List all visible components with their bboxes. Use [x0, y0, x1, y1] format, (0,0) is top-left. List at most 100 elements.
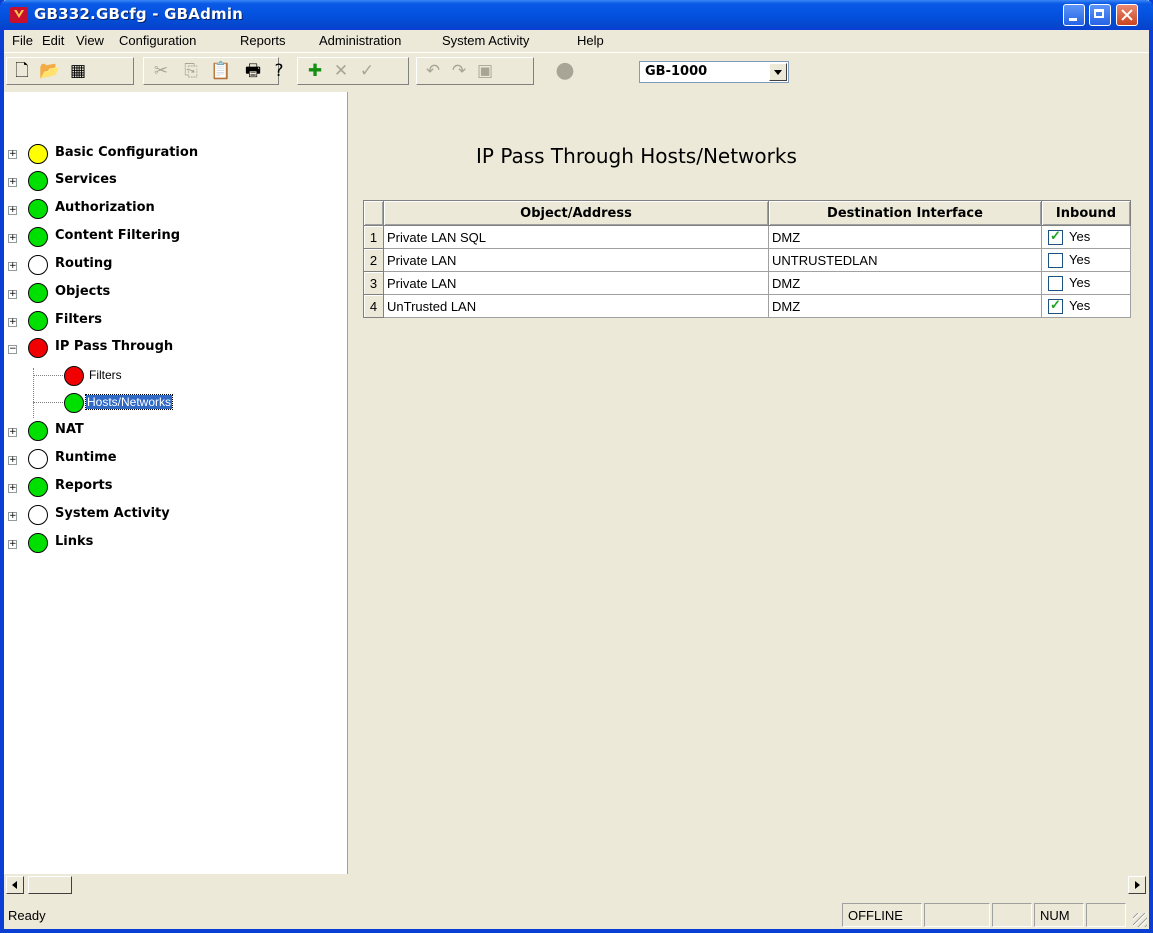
inbound-checkbox[interactable] [1048, 297, 1063, 315]
cell-destination-interface[interactable]: DMZ [768, 294, 1042, 318]
tree-item-objects[interactable]: + Objects [4, 281, 344, 305]
tree-item-nat[interactable]: + NAT [4, 419, 344, 443]
row-header-corner [363, 200, 384, 226]
tree-item-authorization[interactable]: + Authorization [4, 197, 344, 221]
menu-file[interactable]: File [12, 33, 33, 48]
row-number[interactable]: 4 [363, 294, 384, 318]
tree-item-content-filtering[interactable]: + Content Filtering [4, 225, 344, 249]
record-icon[interactable]: ● [552, 57, 578, 85]
delete-icon[interactable]: ✕ [328, 57, 354, 85]
expand-icon[interactable]: + [8, 428, 17, 437]
cell-inbound: Yes [1041, 225, 1131, 249]
tree-item-runtime[interactable]: + Runtime [4, 447, 344, 471]
menu-edit[interactable]: Edit [42, 33, 64, 48]
cell-object-address[interactable]: Private LAN SQL [383, 225, 769, 249]
close-button[interactable] [1116, 4, 1138, 26]
device-select-value: GB-1000 [645, 64, 708, 79]
expand-icon[interactable]: + [8, 234, 17, 243]
row-number[interactable]: 2 [363, 248, 384, 272]
table-row[interactable]: 3 Private LAN DMZ Yes [363, 271, 1131, 295]
menu-administration[interactable]: Administration [319, 33, 401, 48]
expand-icon[interactable]: + [8, 456, 17, 465]
cell-object-address[interactable]: Private LAN [383, 248, 769, 272]
tree-item-hosts-networks[interactable]: Hosts/Networks [4, 391, 344, 415]
open-folder-icon[interactable]: 📂 [37, 57, 63, 85]
help-icon[interactable]: ? [266, 57, 292, 85]
chevron-down-icon[interactable] [769, 63, 787, 81]
column-header-object-address[interactable]: Object/Address [383, 200, 769, 226]
undo-icon[interactable]: ↶ [420, 57, 446, 85]
tree-item-ip-pass-through-filters[interactable]: Filters [4, 364, 344, 388]
tree-item-label: Routing [55, 256, 113, 271]
tree-item-label: Filters [89, 368, 122, 382]
cut-icon[interactable]: ✂ [148, 57, 174, 85]
status-mode: OFFLINE [842, 903, 922, 927]
accept-icon[interactable]: ✓ [354, 57, 380, 85]
scrollbar-thumb[interactable] [28, 876, 72, 894]
tree-item-filters[interactable]: + Filters [4, 309, 344, 333]
expand-icon[interactable]: + [8, 540, 17, 549]
horizontal-scrollbar[interactable] [4, 874, 1149, 896]
new-document-icon[interactable]: 🗋 [9, 57, 35, 85]
table-row[interactable]: 4 UnTrusted LAN DMZ Yes [363, 294, 1131, 318]
cell-destination-interface[interactable]: DMZ [768, 271, 1042, 295]
cell-destination-interface[interactable]: DMZ [768, 225, 1042, 249]
inbound-label: Yes [1069, 228, 1091, 244]
tree-item-system-activity[interactable]: + System Activity [4, 503, 344, 527]
scroll-right-icon[interactable] [1128, 876, 1146, 894]
tree-item-services[interactable]: + Services [4, 169, 344, 193]
tree-item-label: Basic Configuration [55, 145, 199, 160]
inbound-checkbox[interactable] [1048, 276, 1063, 292]
title-bar[interactable]: GB332.GBcfg - GBAdmin [0, 0, 1153, 30]
scroll-left-icon[interactable] [6, 876, 24, 894]
expand-icon[interactable]: + [8, 178, 17, 187]
column-header-inbound[interactable]: Inbound [1041, 200, 1131, 226]
inbound-checkbox[interactable] [1048, 228, 1063, 246]
tree-item-label: NAT [55, 422, 84, 437]
save-all-icon[interactable]: ▦ [65, 57, 91, 85]
add-icon[interactable]: ✚ [302, 57, 328, 85]
row-number[interactable]: 3 [363, 271, 384, 295]
expand-icon[interactable]: + [8, 318, 17, 327]
menu-configuration[interactable]: Configuration [119, 33, 196, 48]
row-number[interactable]: 1 [363, 225, 384, 249]
menu-reports[interactable]: Reports [240, 33, 286, 48]
collapse-icon[interactable]: − [8, 345, 17, 354]
save-icon[interactable]: ▣ [472, 57, 498, 85]
table-row[interactable]: 2 Private LAN UNTRUSTEDLAN Yes [363, 248, 1131, 272]
expand-icon[interactable]: + [8, 484, 17, 493]
tree-item-reports[interactable]: + Reports [4, 475, 344, 499]
device-select[interactable]: GB-1000 [639, 61, 789, 83]
expand-icon[interactable]: + [8, 150, 17, 159]
menu-bar: File Edit View Configuration Reports Adm… [4, 30, 1149, 52]
cell-object-address[interactable]: Private LAN [383, 271, 769, 295]
minimize-button[interactable] [1063, 4, 1085, 26]
cell-object-address[interactable]: UnTrusted LAN [383, 294, 769, 318]
cell-destination-interface[interactable]: UNTRUSTEDLAN [768, 248, 1042, 272]
maximize-button[interactable] [1089, 4, 1111, 26]
tree-item-basic-configuration[interactable]: + Basic Configuration [4, 142, 344, 166]
status-red-icon [28, 338, 48, 358]
tree-item-label: Runtime [55, 450, 117, 465]
inbound-checkbox[interactable] [1048, 253, 1063, 269]
copy-icon[interactable]: ⎘ [178, 57, 204, 85]
expand-icon[interactable]: + [8, 262, 17, 271]
status-none-icon [28, 449, 48, 469]
menu-help[interactable]: Help [577, 33, 604, 48]
column-header-destination-interface[interactable]: Destination Interface [768, 200, 1042, 226]
status-green-icon [28, 227, 48, 247]
print-icon[interactable]: 🖶 [240, 57, 266, 85]
resize-grip-icon[interactable] [1133, 913, 1147, 927]
expand-icon[interactable]: + [8, 206, 17, 215]
tree-item-routing[interactable]: + Routing [4, 253, 344, 277]
expand-icon[interactable]: + [8, 290, 17, 299]
expand-icon[interactable]: + [8, 512, 17, 521]
menu-system-activity[interactable]: System Activity [442, 33, 529, 48]
tree-item-links[interactable]: + Links [4, 531, 344, 555]
tree-item-label: Filters [55, 312, 102, 327]
redo-icon[interactable]: ↷ [446, 57, 472, 85]
tree-item-ip-pass-through[interactable]: − IP Pass Through [4, 336, 344, 360]
paste-icon[interactable]: 📋 [208, 57, 234, 85]
table-row[interactable]: 1 Private LAN SQL DMZ Yes [363, 225, 1131, 249]
menu-view[interactable]: View [76, 33, 104, 48]
